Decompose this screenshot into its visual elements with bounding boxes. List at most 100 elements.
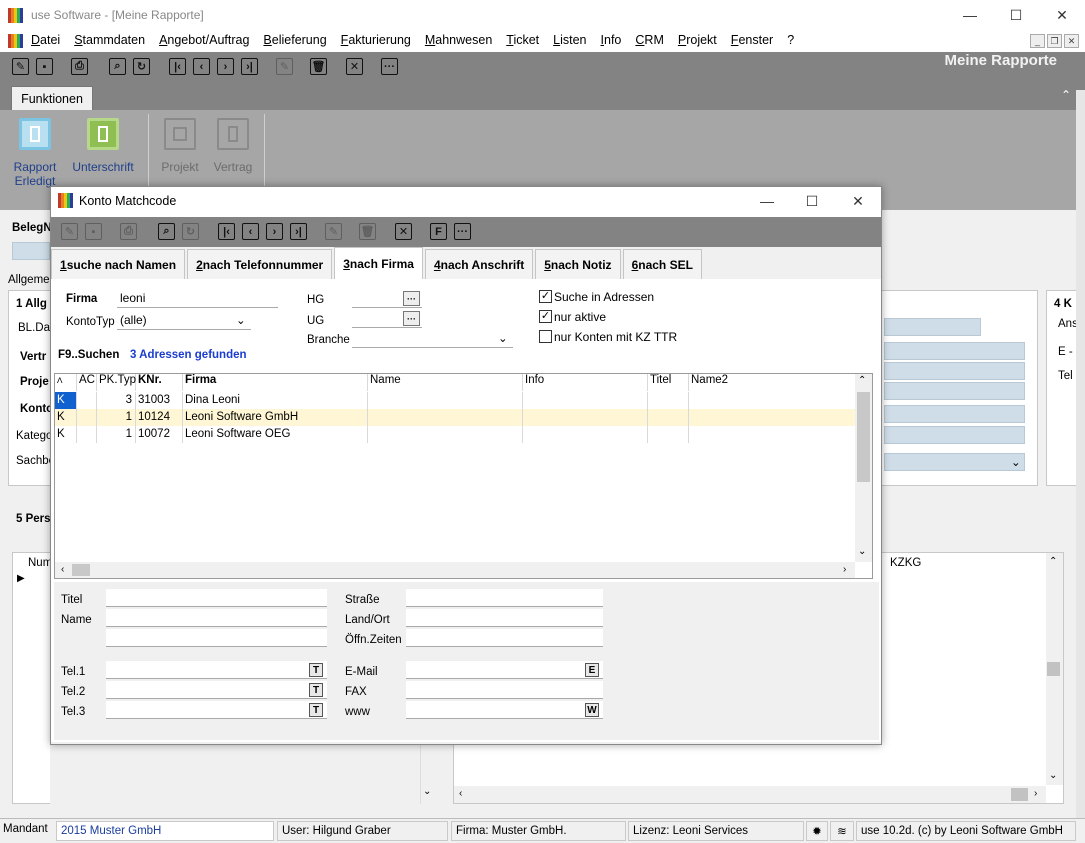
branche-select[interactable] bbox=[352, 330, 513, 348]
dlg-search-icon[interactable]: ⌕ bbox=[158, 223, 175, 240]
tab-nach-notiz[interactable]: 5 nach Notiz bbox=[535, 249, 621, 279]
bg-field-4[interactable] bbox=[884, 382, 1025, 400]
next-record-icon[interactable]: › bbox=[217, 58, 234, 75]
right-vscroll-thumb[interactable] bbox=[1047, 662, 1060, 676]
cancel-icon[interactable]: ✕ bbox=[346, 58, 363, 75]
tab-nach-sel[interactable]: 6 nach SEL bbox=[622, 249, 702, 279]
rapport-erledigt-button[interactable]: Rapport Erledigt bbox=[10, 114, 60, 188]
grid-scroll-right-icon[interactable]: › bbox=[843, 564, 846, 575]
tel3-dial-button[interactable]: T bbox=[309, 703, 323, 717]
bg-field-3[interactable] bbox=[884, 362, 1025, 380]
col-header-ac[interactable]: AC bbox=[77, 374, 97, 391]
titel-field[interactable] bbox=[106, 589, 327, 607]
grid-vscroll-thumb[interactable] bbox=[857, 392, 870, 482]
table-row[interactable]: K 1 10124 Leoni Software GmbH bbox=[55, 409, 855, 426]
land-ort-field[interactable] bbox=[406, 609, 603, 627]
server-icon[interactable]: ≋ bbox=[830, 821, 854, 841]
bg-field-2[interactable] bbox=[884, 342, 1025, 360]
pen-icon[interactable]: ✎ bbox=[276, 58, 293, 75]
name-field[interactable] bbox=[106, 609, 327, 627]
close-button[interactable]: ✕ bbox=[1039, 0, 1085, 30]
dialog-close-button[interactable]: ✕ bbox=[835, 186, 881, 216]
www-open-button[interactable]: W bbox=[585, 703, 599, 717]
branche-chevron-down-icon[interactable]: ⌄ bbox=[498, 331, 508, 345]
projekt-button[interactable]: Projekt bbox=[158, 114, 202, 174]
menu-projekt[interactable]: Projekt bbox=[678, 33, 717, 47]
dlg-refresh-icon[interactable]: ↻ bbox=[182, 223, 199, 240]
mdi-restore-button[interactable]: ❐ bbox=[1047, 34, 1062, 48]
col-header-titel[interactable]: Titel bbox=[648, 374, 689, 391]
www-field[interactable] bbox=[406, 701, 603, 719]
dlg-next-record-icon[interactable]: › bbox=[266, 223, 283, 240]
kontotyp-chevron-down-icon[interactable]: ⌄ bbox=[236, 313, 246, 327]
collapse-ribbon-icon[interactable]: ⌃ bbox=[1061, 88, 1071, 102]
bg-field-5[interactable] bbox=[884, 405, 1025, 423]
tab-nach-anschrift[interactable]: 4 nach Anschrift bbox=[424, 249, 534, 279]
menu-app-icon[interactable] bbox=[8, 34, 23, 48]
right-hscroll[interactable] bbox=[454, 786, 1046, 803]
scroll-down-icon[interactable]: ⌄ bbox=[423, 786, 431, 797]
scroll-right-icon[interactable]: › bbox=[1034, 788, 1037, 799]
dialog-minimize-button[interactable]: — bbox=[744, 186, 790, 216]
edit-icon[interactable]: ✎ bbox=[12, 58, 29, 75]
menu-belieferung[interactable]: Belieferung bbox=[263, 33, 326, 47]
col-header-info[interactable]: Info bbox=[523, 374, 648, 391]
mdi-minimize-button[interactable]: _ bbox=[1030, 34, 1045, 48]
dlg-filter-icon[interactable]: F bbox=[430, 223, 447, 240]
search-icon[interactable]: ⌕ bbox=[109, 58, 126, 75]
delete-icon[interactable]: 🗑 bbox=[310, 58, 327, 75]
dlg-save-icon[interactable]: ▪ bbox=[85, 223, 102, 240]
menu-listen[interactable]: Listen bbox=[553, 33, 586, 47]
bg-field-1[interactable] bbox=[884, 318, 981, 336]
kontotyp-select[interactable]: (alle) bbox=[117, 312, 251, 330]
strasse-field[interactable] bbox=[406, 589, 603, 607]
tel3-field[interactable] bbox=[106, 701, 327, 719]
suche-in-adressen-checkbox[interactable]: ✓ bbox=[539, 290, 552, 303]
menu-stammdaten[interactable]: Stammdaten bbox=[74, 33, 145, 47]
ug-lookup-button[interactable]: ··· bbox=[403, 311, 420, 326]
firma-input[interactable]: leoni bbox=[117, 290, 278, 308]
tel2-field[interactable] bbox=[106, 681, 327, 699]
grid-hscroll-thumb[interactable] bbox=[72, 564, 90, 576]
tel2-dial-button[interactable]: T bbox=[309, 683, 323, 697]
vertrag-button[interactable]: Vertrag bbox=[211, 114, 255, 174]
dlg-cancel-icon[interactable]: ✕ bbox=[395, 223, 412, 240]
grid-scroll-up-icon[interactable]: ⌃ bbox=[858, 375, 866, 386]
save-icon[interactable]: ▪ bbox=[36, 58, 53, 75]
table-row[interactable]: K 3 31003 Dina Leoni bbox=[55, 392, 855, 409]
unterschrift-button[interactable]: Unterschrift bbox=[70, 114, 136, 174]
grid-scroll-down-icon[interactable]: ⌄ bbox=[858, 546, 866, 557]
dlg-edit-icon[interactable]: ✎ bbox=[61, 223, 78, 240]
tab-nach-firma[interactable]: 3 nach Firma bbox=[334, 247, 423, 279]
mdi-close-button[interactable]: ✕ bbox=[1064, 34, 1079, 48]
grid-hscroll[interactable] bbox=[55, 562, 855, 578]
col-header-pktyp[interactable]: PK.Typ bbox=[97, 374, 136, 391]
right-hscroll-thumb[interactable] bbox=[1011, 788, 1028, 801]
menu-fakturierung[interactable]: Fakturierung bbox=[341, 33, 411, 47]
scroll-up-icon[interactable]: ⌃ bbox=[1049, 556, 1057, 567]
sun-icon[interactable]: ✹ bbox=[806, 821, 828, 841]
first-record-icon[interactable]: |‹ bbox=[169, 58, 186, 75]
col-header-knr[interactable]: KNr. bbox=[136, 374, 183, 391]
menu-datei[interactable]: Datei bbox=[31, 33, 60, 47]
refresh-icon[interactable]: ↻ bbox=[133, 58, 150, 75]
tel1-field[interactable] bbox=[106, 661, 327, 679]
dlg-print-icon[interactable]: ⎙ bbox=[120, 223, 137, 240]
email-send-button[interactable]: E bbox=[585, 663, 599, 677]
tab-nach-telefonnummer[interactable]: 2 nach Telefonnummer bbox=[187, 249, 333, 279]
more-icon[interactable]: ··· bbox=[381, 58, 398, 75]
nur-konten-kz-ttr-checkbox[interactable] bbox=[539, 330, 552, 343]
dlg-pen-icon[interactable]: ✎ bbox=[325, 223, 342, 240]
minimize-button[interactable]: — bbox=[947, 0, 993, 30]
col-header-name2[interactable]: Name2 bbox=[689, 374, 855, 391]
col-header-firma[interactable]: Firma bbox=[183, 374, 368, 391]
ribbon-tab-funktionen[interactable]: Funktionen bbox=[11, 86, 93, 110]
prev-record-icon[interactable]: ‹ bbox=[193, 58, 210, 75]
tel1-dial-button[interactable]: T bbox=[309, 663, 323, 677]
col-header-a[interactable]: ᐱ bbox=[55, 374, 77, 391]
dlg-delete-icon[interactable]: 🗑 bbox=[359, 223, 376, 240]
menu-help[interactable]: ? bbox=[787, 33, 794, 47]
menu-ticket[interactable]: Ticket bbox=[506, 33, 539, 47]
dialog-maximize-button[interactable]: ☐ bbox=[789, 186, 835, 216]
bg-dropdown[interactable] bbox=[884, 453, 1025, 471]
